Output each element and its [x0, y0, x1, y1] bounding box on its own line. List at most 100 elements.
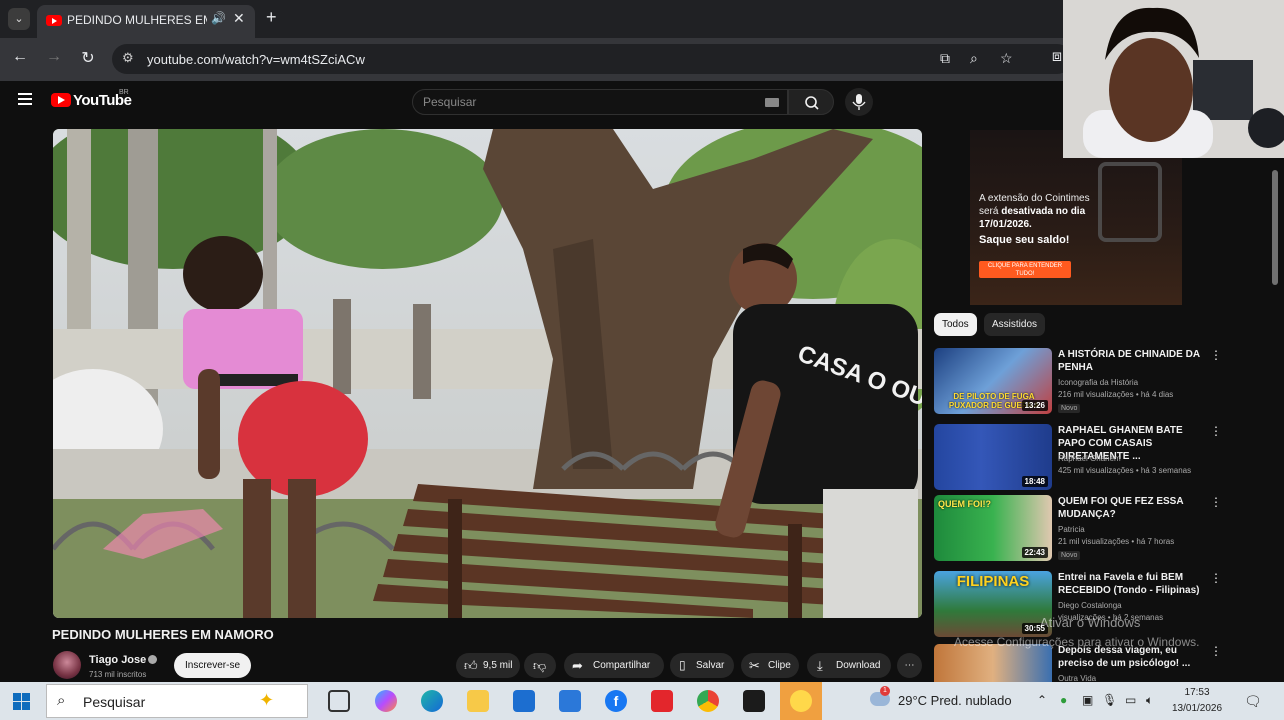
chip-all[interactable]: Todos	[934, 313, 977, 336]
ad-text: A extensão do Cointimes será desativada …	[979, 192, 1129, 231]
rec-title[interactable]: QUEM FOI QUE FEZ ESSA MUDANÇA?	[1058, 495, 1208, 521]
install-app-icon[interactable]: ⧉	[940, 50, 950, 67]
taskbar-search-placeholder: Pesquisar	[83, 694, 146, 710]
tab-search-button[interactable]: ⌄	[8, 8, 30, 30]
like-button[interactable]: 👍︎ 9,5 mil	[456, 653, 520, 678]
chrome-icon[interactable]	[697, 690, 719, 712]
facebook-icon[interactable]: f	[605, 690, 627, 712]
new-tab-button[interactable]: +	[266, 7, 277, 28]
chevron-up-icon[interactable]: ⌃	[1037, 693, 1047, 707]
dislike-button[interactable]: 👎︎	[524, 653, 556, 678]
url-text[interactable]: youtube.com/watch?v=wm4tSZciACw	[147, 52, 365, 67]
scissors-icon: ✂	[749, 658, 760, 673]
forward-button[interactable]: →	[43, 48, 65, 66]
download-label: Download	[836, 660, 881, 671]
clock[interactable]: 17:53 13/01/2026	[1172, 685, 1222, 717]
windows-taskbar: ⌕ Pesquisar ✦ f 1 29°C Pred. nublado ⌃ ●…	[0, 682, 1284, 720]
bookmark-star-icon[interactable]: ☆	[1000, 50, 1013, 67]
more-actions-button[interactable]: ⋯	[897, 653, 922, 678]
save-label: Salvar	[696, 660, 725, 671]
youtube-logo-icon[interactable]	[51, 93, 71, 107]
video-thumbnail[interactable]: QUEM FOI!? 22:43	[934, 495, 1052, 561]
clock-date: 13/01/2026	[1172, 703, 1223, 714]
tab-title: PEDINDO MULHERES EM NAMORO	[67, 13, 207, 27]
notifications-icon[interactable]: 🗨︎	[1244, 693, 1262, 710]
address-bar[interactable]: ⚙ youtube.com/watch?v=wm4tSZciACw ⧉ ⌕ ☆	[112, 44, 1072, 74]
download-button[interactable]: ⤓ Download	[807, 653, 891, 678]
tray-app-icon[interactable]: ●	[1060, 693, 1067, 707]
list-item[interactable]: QUEM FOI!? 22:43 QUEM FOI QUE FEZ ESSA M…	[934, 495, 1274, 563]
close-tab-icon[interactable]: ✕	[233, 10, 245, 27]
rec-channel[interactable]: Diego Costalonga	[1058, 601, 1122, 610]
search-icon	[805, 96, 819, 110]
chip-watched[interactable]: Assistidos	[984, 313, 1046, 336]
video-thumbnail[interactable]: DE PILOTO DE FUGA PUXADOR DE GUERRA 13:2…	[934, 348, 1052, 414]
video-thumbnail[interactable]: 18:48	[934, 424, 1052, 490]
wps-office-icon[interactable]	[651, 690, 673, 712]
list-item[interactable]: Depois dessa viagem, eu preciso de um ps…	[934, 644, 1274, 682]
video-player[interactable]: CASA O OU	[53, 129, 922, 618]
share-button[interactable]: ➦ Compartilhar	[564, 653, 664, 678]
save-button[interactable]: ▯ Salvar	[670, 653, 734, 678]
more-vertical-icon[interactable]: ⋮	[1210, 424, 1222, 438]
share-label: Compartilhar	[593, 660, 651, 671]
site-info-icon[interactable]: ⚙	[122, 50, 134, 66]
more-vertical-icon[interactable]: ⋮	[1210, 571, 1222, 585]
subscribe-button[interactable]: Inscrever-se	[174, 653, 251, 678]
rec-meta: 216 mil visualizações • há 4 dias	[1058, 390, 1174, 399]
rec-channel[interactable]: Raphael Ghanem	[1058, 454, 1121, 463]
more-vertical-icon[interactable]: ⋮	[1210, 495, 1222, 509]
weather-alert-badge: 1	[880, 686, 890, 696]
keyboard-icon[interactable]	[765, 98, 779, 107]
copilot-icon[interactable]	[375, 690, 397, 712]
task-view-icon[interactable]	[328, 690, 350, 712]
more-vertical-icon[interactable]: ⋮	[1210, 348, 1222, 362]
share-icon: ➦	[572, 658, 583, 673]
rec-title[interactable]: Entrei na Favela e fui BEM RECEBIDO (Ton…	[1058, 571, 1208, 597]
avatar[interactable]	[53, 651, 81, 679]
more-vertical-icon[interactable]: ⋮	[1210, 644, 1222, 658]
outlook-icon[interactable]	[559, 690, 581, 712]
thumbs-down-icon: 👎︎	[533, 658, 547, 673]
microphone-icon[interactable]: 🎙︎	[1102, 693, 1117, 707]
rec-channel[interactable]: Patricia	[1058, 525, 1085, 534]
rec-channel[interactable]: Iconografia da História	[1058, 378, 1138, 387]
rec-meta: 21 mil visualizações • há 7 horas	[1058, 537, 1175, 546]
clip-button[interactable]: ✂ Clipe	[741, 653, 799, 678]
weather-text[interactable]: 29°C Pred. nublado	[898, 693, 1012, 708]
scrollbar[interactable]	[1272, 170, 1278, 285]
search-input[interactable]: Pesquisar	[412, 89, 788, 115]
channel-name[interactable]: Tiago Jose	[89, 654, 146, 666]
country-code: BR	[119, 89, 129, 96]
voice-search-button[interactable]	[845, 88, 873, 116]
clock-time: 17:53	[1184, 687, 1210, 698]
active-app-tile[interactable]	[780, 682, 822, 720]
tray-app-icon[interactable]: ▣	[1082, 693, 1093, 707]
network-icon[interactable]: ▭	[1125, 693, 1136, 707]
file-explorer-icon[interactable]	[467, 690, 489, 712]
thumbs-up-icon: 👍︎	[464, 658, 478, 673]
zoom-icon[interactable]: ⌕	[970, 50, 978, 67]
rec-title[interactable]: A HISTÓRIA DE CHINAIDE DA PENHA	[1058, 348, 1208, 374]
browser-tab-active[interactable]: PEDINDO MULHERES EM NAMORO 🔊 ✕	[37, 5, 255, 38]
windows-start-icon[interactable]	[13, 693, 30, 710]
taskbar-search-input[interactable]: ⌕ Pesquisar ✦	[46, 684, 308, 718]
capcut-icon[interactable]	[743, 690, 765, 712]
video-thumbnail[interactable]	[934, 644, 1052, 682]
search-button[interactable]	[788, 89, 834, 115]
reload-button[interactable]: ↻	[77, 48, 99, 68]
ad-cta-button[interactable]: CLIQUE PARA ENTENDER TUDO!	[979, 261, 1071, 278]
speaker-icon[interactable]: 🔊	[211, 11, 226, 25]
app-icon	[790, 690, 812, 712]
rec-channel[interactable]: Outra Vida	[1058, 674, 1096, 682]
video-thumbnail[interactable]: FILIPINAS 30:55	[934, 571, 1052, 637]
volume-icon[interactable]: 🔈︎	[1146, 693, 1153, 708]
store-icon[interactable]	[513, 690, 535, 712]
list-item[interactable]: 18:48 RAPHAEL GHANEM BATE PAPO COM CASAI…	[934, 424, 1274, 492]
menu-icon[interactable]	[18, 93, 32, 105]
subscriber-count: 713 mil inscritos	[89, 670, 147, 679]
activation-watermark-text: Acesse Configurações para ativar o Windo…	[954, 635, 1200, 649]
edge-icon[interactable]	[421, 690, 443, 712]
back-button[interactable]: ←	[9, 48, 31, 66]
list-item[interactable]: DE PILOTO DE FUGA PUXADOR DE GUERRA 13:2…	[934, 348, 1274, 416]
